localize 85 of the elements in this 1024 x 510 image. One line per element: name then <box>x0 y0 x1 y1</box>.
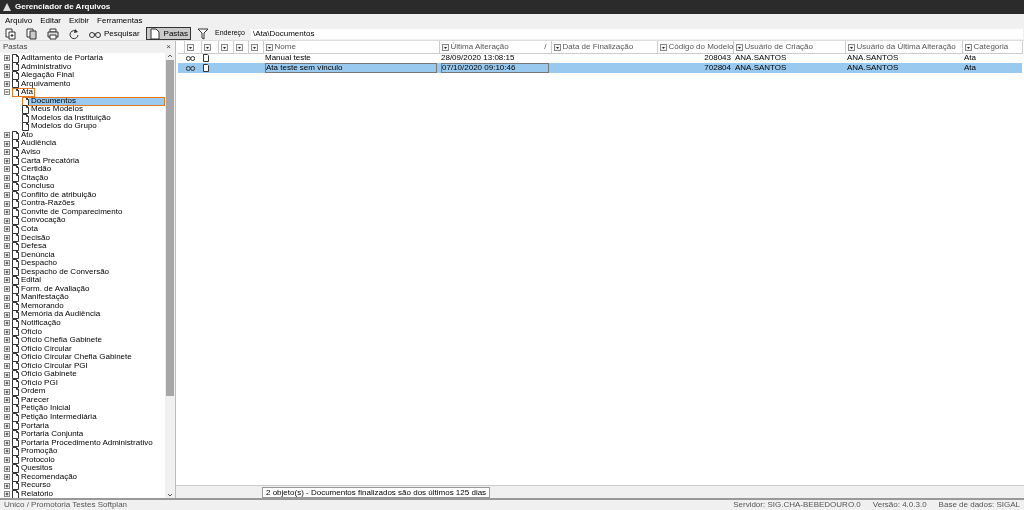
tree-item[interactable]: Contra-Razões <box>19 199 77 208</box>
table-cell: ANA.SANTOS <box>735 53 787 63</box>
tree-item[interactable]: Decisão <box>19 233 52 242</box>
folders-button[interactable]: Pastas <box>145 27 192 40</box>
tree-item[interactable]: Memorando <box>19 301 66 311</box>
tree-item[interactable]: Meus Modelos <box>29 105 86 114</box>
tree-item[interactable]: Despacho <box>19 259 60 268</box>
tree-item[interactable]: Protocolo <box>19 455 57 465</box>
menu-item[interactable]: Editar <box>40 14 62 27</box>
tree-item[interactable]: Convocação <box>19 216 68 225</box>
tree-item[interactable]: Promoção <box>19 447 60 456</box>
tree-item[interactable]: Ata <box>19 88 35 97</box>
tree-item[interactable]: Audiência <box>19 139 59 148</box>
table-row[interactable]: Ata teste sem vínculo 07/10/2020 09:10:46 702804 ANA.SANTOS ANA.SANTOS Ata <box>178 62 1022 74</box>
tree-item[interactable]: Defesa <box>19 242 49 251</box>
table-cell: Ata teste sem vínculo <box>265 62 437 74</box>
tree-item[interactable]: Administrativo <box>19 62 74 72</box>
tree-item[interactable]: Petição Inicial <box>19 404 73 413</box>
tree-item[interactable]: Ato <box>19 130 35 140</box>
tree-item[interactable]: Ofício <box>19 327 44 336</box>
status-message: 2 objeto(s) - Documentos finalizados são dos últimos 125 dias <box>262 486 491 498</box>
tree-item[interactable]: Aditamento de Portaria <box>19 54 105 63</box>
close-button[interactable]: × <box>166 41 171 53</box>
tree-item[interactable]: Quesitos <box>19 464 55 473</box>
tree-item[interactable]: Citação <box>19 173 51 183</box>
tree-item[interactable]: Certidão <box>19 165 54 174</box>
version-info: Versão: 4.0.3.0 <box>872 499 927 510</box>
column-header[interactable]: Usuário de Criação <box>744 41 845 53</box>
tree-item[interactable]: Notificação <box>19 318 63 328</box>
tree-item[interactable]: Parecer <box>19 395 51 405</box>
server-info: Servidor: SIG.CHA-BEBEDOURO.0 <box>733 499 861 510</box>
table-cell: 208043 <box>704 53 731 63</box>
window-title: Gerenciador de Arquivos <box>15 1 111 13</box>
tree-item[interactable]: Ofício Circular <box>19 344 74 354</box>
tree-item[interactable]: Carta Precatória <box>19 156 82 166</box>
tree-item[interactable]: Ofício PGI <box>19 378 60 388</box>
tree-item[interactable]: Ofício Circular Chefia Gabinete <box>19 353 134 362</box>
table-cell: ANA.SANTOS <box>735 62 787 72</box>
tree-item[interactable]: Portaria Conjunta <box>19 430 86 439</box>
tree-item[interactable]: Modelos do Grupo <box>29 122 99 131</box>
table-cell: 28/09/2020 13:08:15 <box>441 53 515 63</box>
tree-item[interactable]: Arquivamento <box>19 79 73 89</box>
table-cell: Ata <box>964 62 976 72</box>
sort-indicator: / <box>544 41 547 53</box>
tree-item[interactable]: Documentos <box>29 96 165 106</box>
tree-item[interactable]: Ordem <box>19 387 48 396</box>
tree-item[interactable]: Denúncia <box>19 250 57 260</box>
address-field[interactable]: \Ata\Documentos <box>250 27 1024 40</box>
tree-item[interactable]: Cota <box>19 224 40 234</box>
tree-item[interactable]: Petição Intermediária <box>19 413 99 422</box>
table-cell: 702804 <box>704 62 731 72</box>
tree-item[interactable]: Ofício Chefia Gabinete <box>19 336 104 345</box>
tree-item[interactable]: Concluso <box>19 182 57 191</box>
column-header[interactable]: Nome <box>274 41 439 53</box>
status-text: Unico / Promotoria Testes Softplan <box>4 499 129 510</box>
table-cell: ANA.SANTOS <box>847 62 899 72</box>
tree-item[interactable]: Alegação Final <box>19 71 76 80</box>
tree-item[interactable]: Memória da Audiência <box>19 310 103 319</box>
menu-item[interactable]: Ferramentas <box>97 14 143 27</box>
tree-item[interactable]: Aviso <box>19 148 43 157</box>
tree-item[interactable]: Despacho de Conversão <box>19 267 112 277</box>
table-cell: 07/10/2020 09:10:46 <box>441 62 549 74</box>
table-row[interactable]: Manual teste 28/09/2020 13:08:15 208043 ANA.SANTOS ANA.SANTOS Ata <box>178 53 1022 63</box>
table-cell: Manual teste <box>265 53 311 63</box>
tree-item[interactable]: Portaria Procedimento Administrativo <box>19 438 155 448</box>
menu-item[interactable]: Exibir <box>69 14 90 27</box>
table-cell: Ata <box>964 53 976 63</box>
column-header[interactable]: Última Alteração <box>450 41 543 53</box>
tree-item[interactable]: Edital <box>19 276 43 285</box>
tree-item[interactable]: Portaria <box>19 421 51 431</box>
menu-item[interactable]: Arquivo <box>5 14 33 27</box>
tree-item[interactable]: Relatório <box>19 489 55 498</box>
tree-item[interactable]: Recurso <box>19 481 53 490</box>
panel-title: Pastas <box>3 41 28 53</box>
tree-item[interactable]: Manifestação <box>19 293 71 302</box>
tree-item[interactable]: Ofício Gabinete <box>19 370 79 379</box>
tree-item[interactable]: Ofício Circular PGI <box>19 361 90 371</box>
search-button[interactable]: Pesquisar <box>86 27 143 40</box>
tree-item[interactable]: Conflito de atribuição <box>19 190 99 200</box>
tree-item[interactable]: Form. de Avaliação <box>19 284 92 294</box>
database-info: Base de dados: SIGAL <box>938 499 1020 510</box>
tree-item[interactable]: Modelos da Instituição <box>29 113 113 123</box>
tree-item[interactable]: Recomendação <box>19 472 80 482</box>
tree-item[interactable]: Convite de Comparecimento <box>19 207 125 217</box>
table-cell: ANA.SANTOS <box>847 53 899 63</box>
